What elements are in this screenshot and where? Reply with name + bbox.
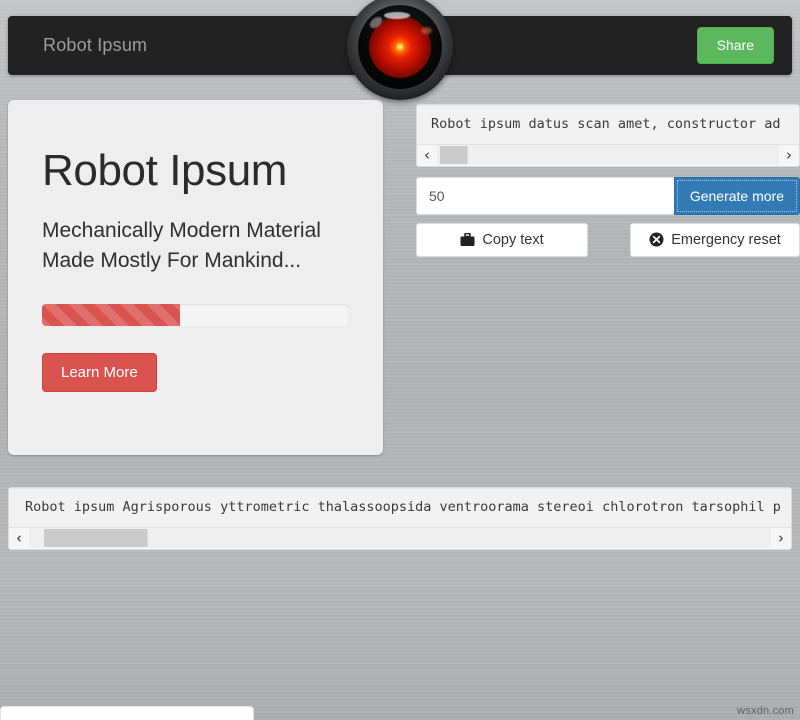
action-button-row: Copy text Emergency reset	[416, 222, 800, 257]
briefcase-icon	[460, 232, 475, 247]
share-button[interactable]: Share	[696, 27, 774, 64]
hal-eye-glint-top	[384, 12, 410, 19]
generate-input-group: Generate more	[416, 176, 800, 215]
learn-more-button[interactable]: Learn More	[42, 352, 157, 392]
emergency-reset-button[interactable]: Emergency reset	[630, 222, 800, 257]
scroll-right-arrow-icon[interactable]: ›	[779, 146, 799, 164]
bottom-well-box: Robot ipsum Agrisporous yttrometric thal…	[8, 487, 792, 550]
copy-text-label: Copy text	[482, 231, 544, 248]
right-column: Robot ipsum datus scan amet, constructor…	[416, 104, 800, 257]
scrollbar-thumb[interactable]	[440, 146, 468, 165]
hal-eye-glint-right	[421, 27, 432, 34]
navbar-right-group: Share	[696, 27, 792, 64]
hal-9000-eye-icon	[347, 0, 453, 100]
bottom-scrollbar-thumb[interactable]	[43, 529, 148, 548]
partial-bottom-panel	[0, 706, 254, 720]
output-text: Robot ipsum datus scan amet, constructor…	[431, 116, 781, 132]
jumbotron-panel: Robot Ipsum Mechanically Modern Material…	[8, 100, 383, 455]
emergency-reset-label: Emergency reset	[671, 231, 781, 248]
watermark: wsxdn.com	[737, 705, 794, 717]
progress-bar-fill	[42, 303, 181, 326]
progress-bar-track	[42, 303, 349, 326]
bottom-scroll-right-arrow-icon[interactable]: ›	[771, 529, 791, 547]
circle-x-icon	[649, 232, 664, 247]
output-text-panel: Robot ipsum datus scan amet, constructor…	[416, 104, 800, 167]
navbar-brand[interactable]: Robot Ipsum	[8, 35, 147, 56]
scroll-left-arrow-icon[interactable]: ‹	[417, 146, 437, 164]
bottom-scroll-left-arrow-icon[interactable]: ‹	[9, 529, 29, 547]
generate-more-button[interactable]: Generate more	[673, 176, 800, 215]
jumbotron-lead-text: Mechanically Modern Material Made Mostly…	[42, 219, 321, 272]
bottom-output-text: Robot ipsum Agrisporous yttrometric thal…	[25, 499, 781, 515]
output-horizontal-scrollbar[interactable]: ‹ ›	[417, 143, 799, 166]
page-title: Robot Ipsum	[42, 146, 288, 195]
count-input[interactable]	[416, 176, 674, 215]
bottom-text-panel: Robot ipsum Agrisporous yttrometric thal…	[8, 487, 792, 550]
bottom-scrollbar-track[interactable]	[29, 528, 771, 549]
scrollbar-track[interactable]	[437, 145, 779, 166]
hal-eye-lens	[358, 5, 442, 89]
bottom-horizontal-scrollbar[interactable]: ‹ ›	[9, 526, 791, 549]
copy-text-button[interactable]: Copy text	[416, 222, 588, 257]
